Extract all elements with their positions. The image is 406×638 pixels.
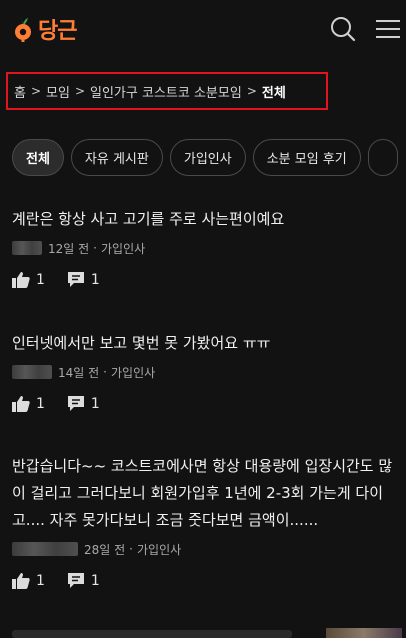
post-meta: 14일 전 · 가입인사 xyxy=(12,363,402,381)
like-button[interactable]: 1 xyxy=(12,395,45,412)
board-tabs: 전체 자유 게시판 가입인사 소분 모임 후기 xyxy=(12,139,405,176)
breadcrumb-home[interactable]: 홈 xyxy=(14,82,26,101)
post-actions: 1 1 xyxy=(12,572,402,589)
comment-icon xyxy=(67,396,84,411)
breadcrumb-current: 전체 xyxy=(261,85,286,101)
comment-icon xyxy=(67,573,84,588)
like-count: 1 xyxy=(36,271,45,288)
like-button[interactable]: 1 xyxy=(12,572,45,589)
post-time: 28일 전 xyxy=(84,542,126,557)
breadcrumb: 홈 > 모임 > 일인가구 코스트코 소분모임 > 전체 xyxy=(6,72,328,110)
comment-button[interactable]: 1 xyxy=(67,271,100,288)
post-time: 12일 전 xyxy=(48,241,90,256)
breadcrumb-community[interactable]: 일인가구 코스트코 소분모임 xyxy=(90,82,242,101)
post-actions: 1 1 xyxy=(12,395,402,412)
comment-count: 1 xyxy=(90,271,100,288)
post-board: 가입인사 xyxy=(101,241,146,256)
post-item[interactable]: 계란은 항상 사고 고기를 주로 사는편이예요 12일 전 · 가입인사 1 1 xyxy=(12,206,402,288)
comment-count: 1 xyxy=(90,395,100,412)
like-button[interactable]: 1 xyxy=(12,271,45,288)
thumbs-up-icon xyxy=(12,573,30,589)
next-post-peek xyxy=(0,626,406,638)
tab-greetings[interactable]: 가입인사 xyxy=(169,139,246,176)
like-count: 1 xyxy=(36,572,45,589)
daangn-logo[interactable]: 당근 xyxy=(12,13,77,45)
tab-all[interactable]: 전체 xyxy=(12,139,64,176)
next-post-title-partial xyxy=(12,630,292,638)
thumbs-up-icon xyxy=(12,272,30,288)
comment-icon xyxy=(67,272,84,287)
post-title[interactable]: 반갑습니다~~ 코스트코에사면 항상 대용량에 입장시간도 많이 걸리고 그러다… xyxy=(12,453,402,534)
chevron-right-icon: > xyxy=(246,84,257,98)
comment-count: 1 xyxy=(90,572,100,589)
post-board: 가입인사 xyxy=(111,365,156,380)
app-header: 당근 xyxy=(0,0,406,60)
post-title[interactable]: 인터넷에서만 보고 몇번 못 가봤어요 ㅠㅠ xyxy=(12,330,402,357)
breadcrumb-group[interactable]: 모임 xyxy=(46,82,70,101)
comment-button[interactable]: 1 xyxy=(67,395,100,412)
tab-free-board[interactable]: 자유 게시판 xyxy=(70,139,163,176)
post-item[interactable]: 인터넷에서만 보고 몇번 못 가봤어요 ㅠㅠ 14일 전 · 가입인사 1 1 xyxy=(12,330,402,412)
like-count: 1 xyxy=(36,395,45,412)
chevron-right-icon: > xyxy=(74,84,86,98)
search-icon[interactable] xyxy=(329,15,357,43)
author-name-blurred xyxy=(12,241,42,255)
post-item[interactable]: 반갑습니다~~ 코스트코에사면 항상 대용량에 입장시간도 많이 걸리고 그러다… xyxy=(12,453,402,589)
thumbs-up-icon xyxy=(12,396,30,412)
menu-icon[interactable] xyxy=(374,15,402,43)
author-name-blurred xyxy=(12,542,78,556)
post-board: 가입인사 xyxy=(137,542,182,557)
chevron-right-icon: > xyxy=(30,84,42,98)
post-title[interactable]: 계란은 항상 사고 고기를 주로 사는편이예요 xyxy=(12,206,402,233)
post-actions: 1 1 xyxy=(12,271,402,288)
tab-reviews[interactable]: 소분 모임 후기 xyxy=(252,139,361,176)
author-name-blurred xyxy=(12,365,52,379)
post-time: 14일 전 xyxy=(58,365,100,380)
tab-more[interactable] xyxy=(367,139,398,176)
post-meta: 28일 전 · 가입인사 xyxy=(12,540,402,558)
carrot-icon xyxy=(15,17,31,42)
logo-text: 당근 xyxy=(38,19,77,44)
post-meta: 12일 전 · 가입인사 xyxy=(12,239,402,257)
comment-button[interactable]: 1 xyxy=(67,572,100,589)
next-post-thumbnail[interactable] xyxy=(326,628,402,638)
